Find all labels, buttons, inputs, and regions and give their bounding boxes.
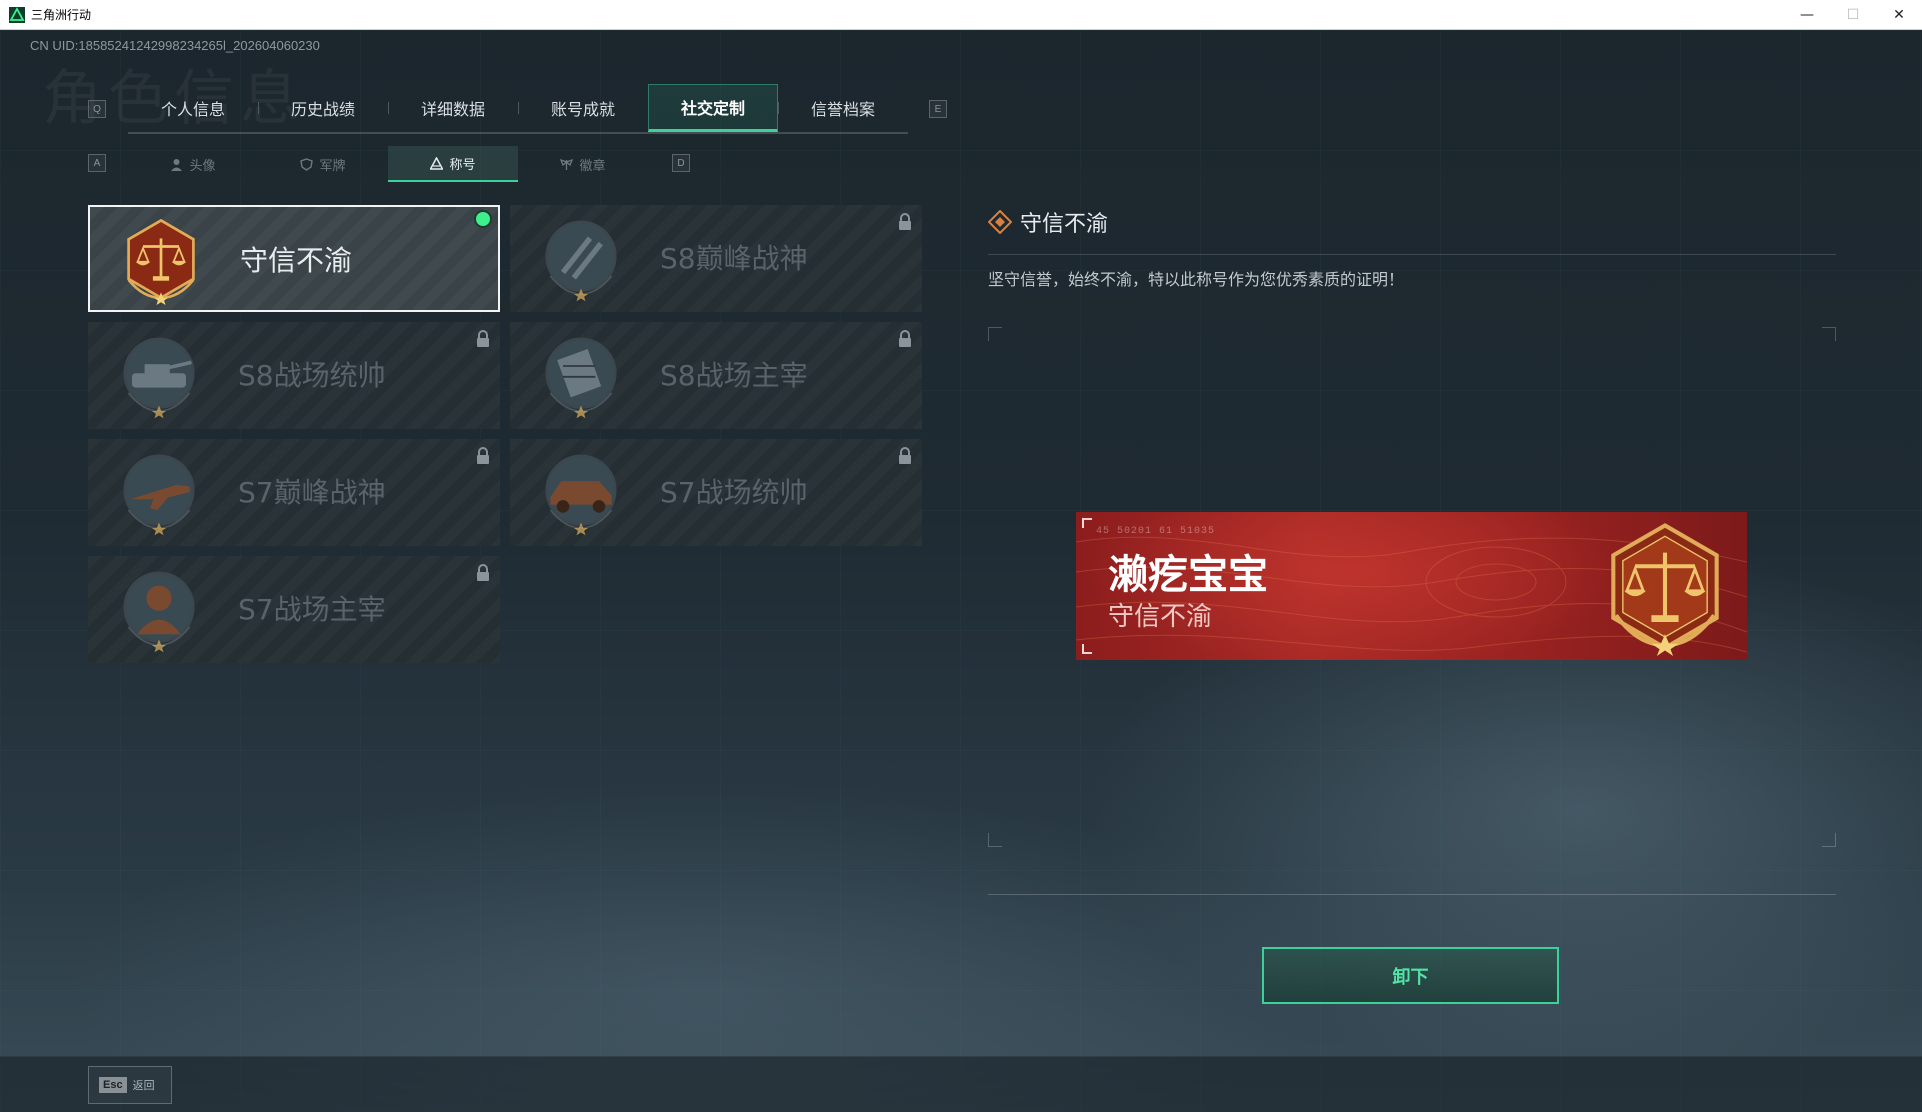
tab-0[interactable]: 个人信息 [128,84,258,132]
subtab-label: 军牌 [319,158,346,174]
title-card[interactable]: S8巅峰战神 [510,205,922,312]
title-card[interactable]: S8战场统帅 [88,322,500,429]
esc-key: Esc [99,1077,127,1093]
lock-icon [477,330,489,347]
main-tabs: 个人信息 历史战绩 详细数据 账号成就 社交定制 信誉档案 [128,84,908,134]
lock-icon [899,213,911,230]
unequip-button[interactable]: 卸下 [1262,947,1559,1004]
title-card-label: S7战场统帅 [660,475,808,509]
tab-5[interactable]: 信誉档案 [778,84,908,132]
detail-description: 坚守信誉，始终不渝，特以此称号作为您优秀素质的证明！ [988,270,1405,289]
divider [988,254,1836,255]
tank-emblem-icon [123,337,195,419]
back-label: 返回 [132,1079,155,1092]
subtab-label: 徽章 [579,158,606,174]
divider [988,894,1836,895]
tab-1[interactable]: 历史战绩 [258,84,388,132]
title-preview-banner: 45 50201 61 51035 濑疙宝宝 守信不渝 [1076,512,1747,660]
rifle-emblem-icon [123,454,195,536]
banner-title: 守信不渝 [1108,602,1213,632]
bottom-bar [0,1056,1922,1112]
lock-icon [899,447,911,464]
window-titlebar: 三角洲行动 — ☐ ✕ [0,0,1922,30]
title-card-label: 守信不渝 [240,243,353,277]
player-uid: CN UID:18585241242998234265l_20260406023… [30,38,320,53]
title-card-label: S7巅峰战神 [238,475,386,509]
lock-icon [477,564,489,581]
banner-corner [1082,518,1092,528]
game-screen: 角色信息 CN UID:18585241242998234265l_202604… [0,30,1922,1112]
tab-4[interactable]: 社交定制 [648,84,778,132]
detail-header: 守信不渝 [988,206,1108,238]
title-card[interactable]: S8战场主宰 [510,322,922,429]
maximize-button[interactable]: ☐ [1830,0,1876,30]
shield-icon [300,157,314,171]
person-icon [171,158,183,171]
key-hint-next-subtab[interactable]: D [672,154,690,172]
title-card-label: S8战场主宰 [660,358,808,392]
vehicle-emblem-icon [545,454,617,536]
title-card[interactable]: 守信不渝 [88,205,500,312]
title-card[interactable]: S7战场统帅 [510,439,922,546]
subtab-1[interactable]: 军牌 [258,146,388,182]
subtab-label: 称号 [449,157,476,173]
subtab-0[interactable]: 头像 [128,146,258,182]
subtab-label: 头像 [189,158,216,174]
title-card[interactable]: S7战场主宰 [88,556,500,663]
frame-corner [988,327,1002,341]
subtab-2[interactable]: 称号 [388,146,518,182]
minimize-button[interactable]: — [1784,0,1830,30]
key-hint-next-tab[interactable]: E [929,100,947,118]
slash-emblem-icon [545,220,617,302]
app-logo-icon [9,6,25,23]
tab-3[interactable]: 账号成就 [518,84,648,132]
detail-title: 守信不渝 [1020,212,1109,237]
title-card-label: S8战场统帅 [238,358,386,392]
wings-icon [560,158,574,170]
title-card[interactable]: S7巅峰战神 [88,439,500,546]
banner-corner [1082,644,1092,654]
subtab-3[interactable]: 徽章 [518,146,648,182]
lock-icon [899,330,911,347]
rocket-launcher-emblem-icon [545,337,617,419]
back-button[interactable]: Esc 返回 [88,1066,172,1104]
lock-icon [477,447,489,464]
key-hint-prev-tab[interactable]: Q [88,100,106,118]
title-diamond-icon [988,210,1012,234]
title-card-label: S7战场主宰 [238,592,386,626]
window-title: 三角洲行动 [31,8,92,22]
banner-code: 45 50201 61 51035 [1096,526,1216,537]
triangle-icon [430,156,444,170]
soldier-emblem-icon [123,571,195,653]
sub-tabs: 头像 军牌 称号 徽章 [128,146,648,182]
tab-2[interactable]: 详细数据 [388,84,518,132]
frame-corner [988,833,1002,847]
banner-player-name: 濑疙宝宝 [1108,552,1268,598]
scales-emblem-icon [127,218,195,305]
scales-emblem-icon [1611,523,1719,656]
equipped-indicator [476,212,490,226]
frame-corner [1822,327,1836,341]
key-hint-prev-subtab[interactable]: A [88,154,106,172]
title-card-label: S8巅峰战神 [660,241,808,275]
close-button[interactable]: ✕ [1876,0,1922,30]
frame-corner [1822,833,1836,847]
